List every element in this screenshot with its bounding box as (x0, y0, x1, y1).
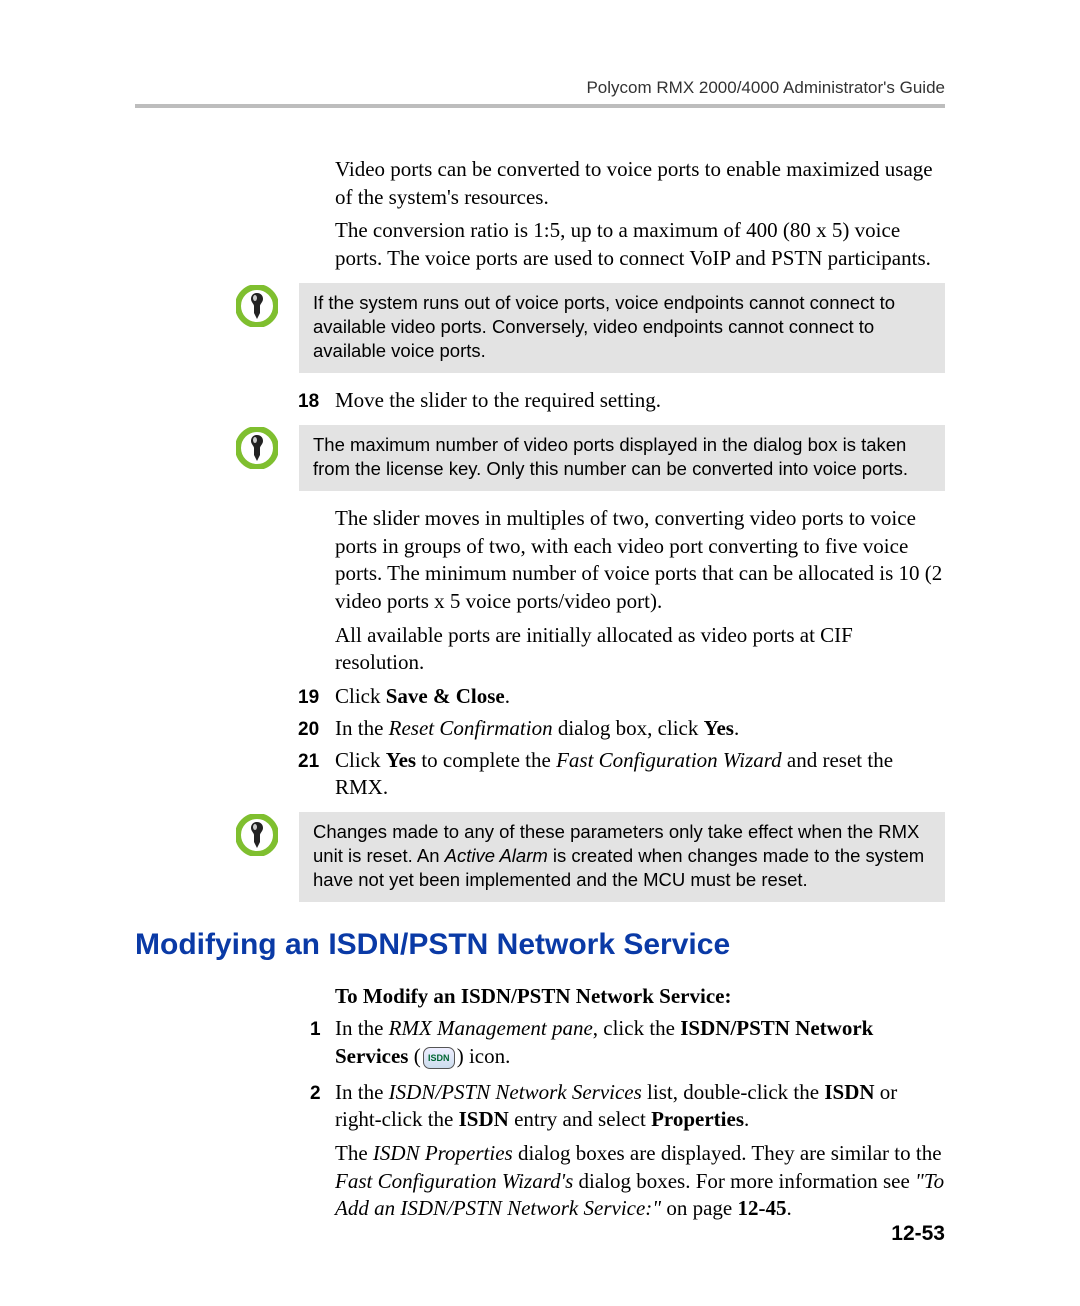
text: . (787, 1196, 792, 1220)
note-1: If the system runs out of voice ports, v… (228, 283, 945, 373)
text: on page (661, 1196, 737, 1220)
italic-text: Fast Configuration Wizard's (335, 1169, 573, 1193)
text: to complete the (416, 748, 556, 772)
text: . (734, 716, 739, 740)
step-number: 1 (310, 1015, 335, 1042)
bold-text: Yes (386, 748, 416, 772)
text: list, double-click the (642, 1080, 825, 1104)
text: dialog boxes are displayed. They are sim… (513, 1141, 942, 1165)
slider-p1: The slider moves in multiples of two, co… (335, 505, 945, 616)
modify-step-1-text: In the RMX Management pane, click the IS… (335, 1015, 945, 1070)
page-number: 12-53 (891, 1222, 945, 1246)
text: Click (335, 748, 386, 772)
text: entry and select (509, 1107, 651, 1131)
intro-paragraph-1: Video ports can be converted to voice po… (335, 156, 945, 211)
text: dialog box, click (553, 716, 704, 740)
text: ( (408, 1044, 420, 1068)
step-21: 21 Click Yes to complete the Fast Config… (298, 747, 945, 802)
note-3-text: Changes made to any of these parameters … (299, 812, 945, 902)
isdn-services-icon: ISDN (423, 1047, 455, 1069)
step-number: 21 (298, 747, 335, 774)
intro-block: Video ports can be converted to voice po… (335, 156, 945, 273)
intro-paragraph-2: The conversion ratio is 1:5, up to a max… (335, 217, 945, 272)
text: The (335, 1141, 373, 1165)
italic-text: RMX Management pane (389, 1016, 593, 1040)
step-number: 18 (298, 387, 335, 414)
step-19: 19 Click Save & Close. (298, 683, 945, 711)
step-number: 2 (310, 1079, 335, 1106)
step-number: 20 (298, 715, 335, 742)
note-2: The maximum number of video ports displa… (228, 425, 945, 491)
section-heading: Modifying an ISDN/PSTN Network Service (135, 928, 945, 962)
italic-text: Active Alarm (445, 845, 548, 866)
document-page: Polycom RMX 2000/4000 Administrator's Gu… (0, 0, 1080, 1306)
step-21-text: Click Yes to complete the Fast Configura… (335, 747, 945, 802)
bold-text: 12-45 (738, 1196, 787, 1220)
bold-text: Save & Close (386, 684, 505, 708)
text: dialog boxes. For more information see (573, 1169, 915, 1193)
step-20: 20 In the Reset Confirmation dialog box,… (298, 715, 945, 743)
page-header: Polycom RMX 2000/4000 Administrator's Gu… (135, 78, 945, 98)
modify-step-2: 2 In the ISDN/PSTN Network Services list… (310, 1079, 945, 1230)
italic-text: ISDN Properties (373, 1141, 513, 1165)
modify-step-1: 1 In the RMX Management pane, click the … (310, 1015, 945, 1070)
step-18-text: Move the slider to the required setting. (335, 387, 945, 415)
text: ) icon. (457, 1044, 511, 1068)
note-1-text: If the system runs out of voice ports, v… (299, 283, 945, 373)
bold-text: Properties (651, 1107, 744, 1131)
text: In the (335, 1016, 389, 1040)
slider-p2: All available ports are initially alloca… (335, 622, 945, 677)
page-content: Video ports can be converted to voice po… (135, 156, 945, 1229)
step-18: 18 Move the slider to the required setti… (298, 387, 945, 415)
text: Click (335, 684, 386, 708)
note-2-text: The maximum number of video ports displa… (299, 425, 945, 491)
step-number: 19 (298, 683, 335, 710)
bold-text: ISDN (459, 1107, 509, 1131)
slider-explain: The slider moves in multiples of two, co… (335, 505, 945, 677)
step-19-text: Click Save & Close. (335, 683, 945, 711)
bold-text: ISDN (824, 1080, 874, 1104)
text: . (505, 684, 510, 708)
sub-heading: To Modify an ISDN/PSTN Network Service: (335, 984, 945, 1009)
text: In the (335, 716, 389, 740)
italic-text: Reset Confirmation (389, 716, 553, 740)
text: In the (335, 1080, 389, 1104)
pin-icon (228, 812, 285, 856)
text: , click the (593, 1016, 680, 1040)
note-3: Changes made to any of these parameters … (228, 812, 945, 902)
pin-icon (228, 283, 285, 327)
modify-step-2-text: In the ISDN/PSTN Network Services list, … (335, 1079, 945, 1230)
step-20-text: In the Reset Confirmation dialog box, cl… (335, 715, 945, 743)
italic-text: ISDN/PSTN Network Services (389, 1080, 642, 1104)
italic-text: Fast Configuration Wizard (556, 748, 782, 772)
header-rule (135, 104, 945, 108)
pin-icon (228, 425, 285, 469)
bold-text: Yes (704, 716, 734, 740)
text: . (744, 1107, 749, 1131)
